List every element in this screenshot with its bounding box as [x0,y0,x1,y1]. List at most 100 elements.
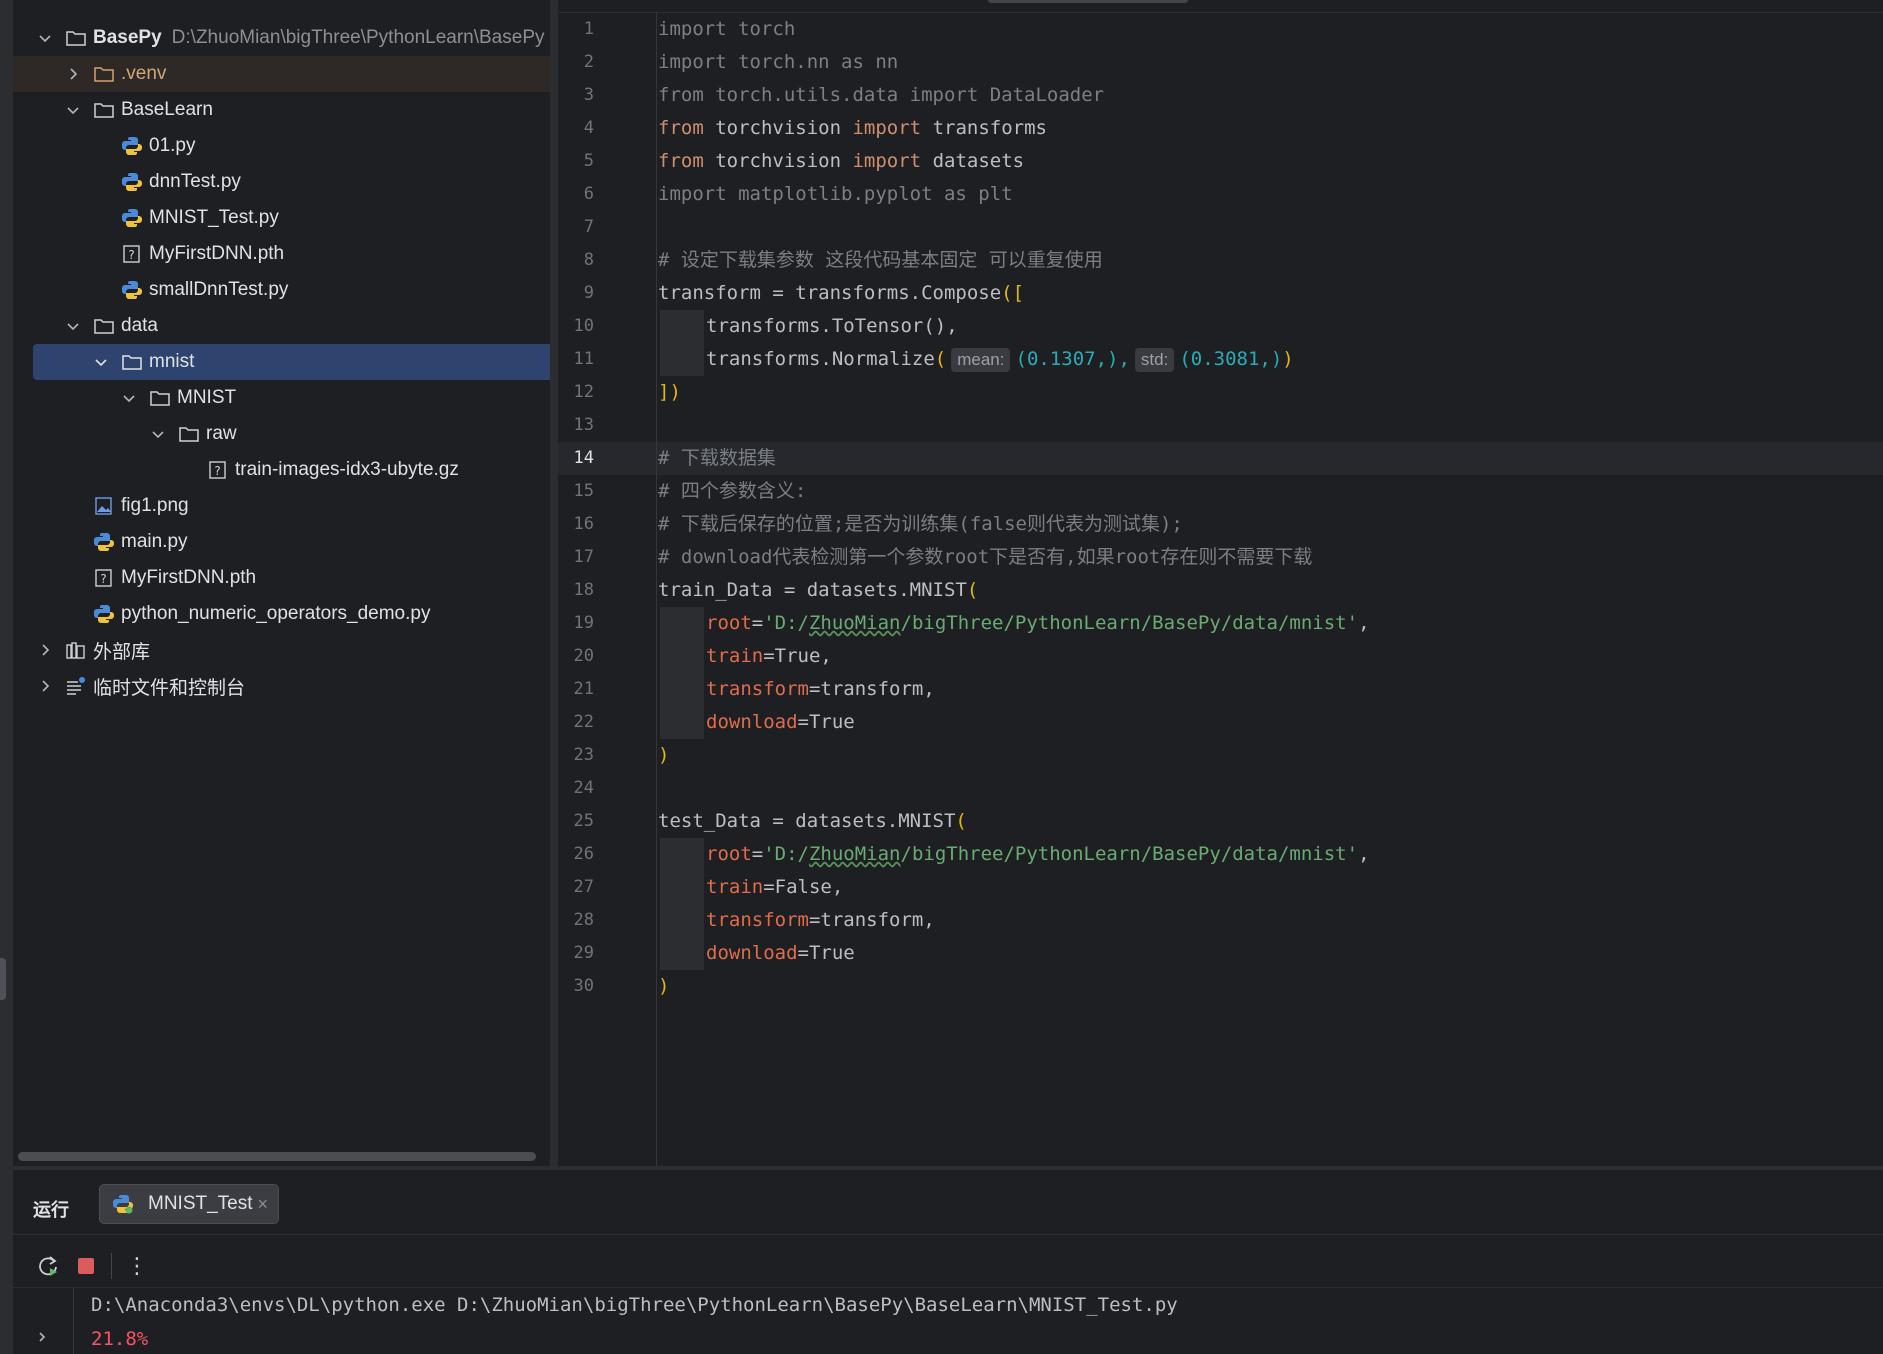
chevron-right-icon[interactable] [37,678,53,694]
stop-button[interactable] [71,1251,101,1281]
line-number[interactable]: 21 [558,673,594,706]
code-line-4[interactable]: from torchvision import transforms [658,112,1047,145]
line-number[interactable]: 7 [558,211,594,244]
line-number[interactable]: 29 [558,937,594,970]
code-line-19[interactable]: root='D:/ZhuoMian/bigThree/PythonLearn/B… [706,607,1370,640]
tree-item-external-libraries[interactable]: 外部库 [13,632,550,668]
line-number[interactable]: 19 [558,607,594,640]
tree-item-data[interactable]: data [13,308,550,344]
tree-item-numeric-demo-py[interactable]: python_numeric_operators_demo.py [13,596,550,632]
line-number[interactable]: 11 [558,343,594,376]
code-line-28[interactable]: transform=transform, [706,904,935,937]
tree-item-fig1-png[interactable]: fig1.png [13,488,550,524]
run-tab-mnist-test[interactable]: MNIST_Test × [99,1184,279,1224]
line-number[interactable]: 24 [558,772,594,805]
line-number[interactable]: 17 [558,541,594,574]
code-line-27[interactable]: train=False, [706,871,843,904]
tree-item-smalldnntest-py[interactable]: smallDnnTest.py [13,272,550,308]
tree-item-raw[interactable]: raw [13,416,550,452]
code-line-18[interactable]: train_Data = datasets.MNIST( [658,574,978,607]
code-line-6[interactable]: import matplotlib.pyplot as plt [658,178,1013,211]
line-number[interactable]: 28 [558,904,594,937]
code-line-30[interactable]: ) [658,970,669,1003]
close-icon[interactable]: × [257,1195,268,1213]
code-line-22[interactable]: download=True [706,706,855,739]
code-line-5[interactable]: from torchvision import datasets [658,145,1024,178]
chevron-down-icon[interactable] [150,426,166,442]
bracket-token: ( [1015,348,1027,370]
line-number[interactable]: 23 [558,739,594,772]
line-number[interactable]: 27 [558,871,594,904]
code-editor[interactable]: 1 2 3 4 5 6 7 8 9 10 11 12 13 14 15 16 1… [558,0,1883,1166]
code-line-3[interactable]: from torch.utils.data import DataLoader [658,79,1104,112]
code-line-21[interactable]: transform=transform, [706,673,935,706]
line-number-active[interactable]: 14 [558,442,594,475]
line-number[interactable]: 6 [558,178,594,211]
tree-item-myfirstdnn-pth-root[interactable]: ? MyFirstDNN.pth [13,560,550,596]
tool-strip-handle[interactable] [0,958,6,1000]
line-number[interactable]: 22 [558,706,594,739]
chevron-down-icon[interactable] [93,354,109,370]
indent-guide [660,607,704,640]
line-number[interactable]: 10 [558,310,594,343]
code-line-16[interactable]: # 下载后保存的位置;是否为训练集(false则代表为测试集); [658,508,1183,541]
line-number[interactable]: 2 [558,46,594,79]
code-line-20[interactable]: train=True, [706,640,832,673]
tree-item-scratches[interactable]: 临时文件和控制台 [13,668,550,704]
more-options-button[interactable]: ⋮ [122,1251,152,1281]
console-progress-line[interactable]: 21.8% [91,1328,148,1350]
tree-item-dnntest-py[interactable]: dnnTest.py [13,164,550,200]
line-number[interactable]: 12 [558,376,594,409]
chevron-right-icon[interactable] [37,642,53,658]
code-line-2[interactable]: import torch.nn as nn [658,46,898,79]
line-number[interactable]: 30 [558,970,594,1003]
line-number[interactable]: 25 [558,805,594,838]
line-number[interactable]: 5 [558,145,594,178]
line-number[interactable]: 1 [558,13,594,46]
tree-item-mnist-upper[interactable]: MNIST [13,380,550,416]
tree-item-myfirstdnn-pth[interactable]: ? MyFirstDNN.pth [13,236,550,272]
python-file-icon [121,136,143,156]
line-number[interactable]: 20 [558,640,594,673]
line-number[interactable]: 18 [558,574,594,607]
line-number[interactable]: 9 [558,277,594,310]
line-number[interactable]: 3 [558,79,594,112]
line-number[interactable]: 8 [558,244,594,277]
horizontal-scrollbar[interactable] [18,1152,536,1161]
chevron-down-icon[interactable] [37,30,53,46]
code-line-26[interactable]: root='D:/ZhuoMian/bigThree/PythonLearn/B… [706,838,1370,871]
code-line-15[interactable]: # 四个参数含义: [658,475,806,508]
panel-splitter[interactable] [550,0,558,1170]
chevron-right-icon[interactable] [65,66,81,82]
tree-item-main-py[interactable]: main.py [13,524,550,560]
code-line-9[interactable]: transform = transforms.Compose([ [658,277,1024,310]
rerun-button[interactable] [33,1251,63,1281]
chevron-right-icon[interactable] [35,1330,49,1349]
tree-item-baselearn[interactable]: BaseLearn [13,92,550,128]
chevron-down-icon[interactable] [65,102,81,118]
line-number[interactable]: 16 [558,508,594,541]
tree-item-mnist-selected[interactable]: mnist [33,344,550,380]
code-line-17[interactable]: # download代表检测第一个参数root下是否有,如果root存在则不需要… [658,541,1312,574]
chevron-down-icon[interactable] [121,390,137,406]
code-line-29[interactable]: download=True [706,937,855,970]
code-line-8[interactable]: # 设定下载集参数 这段代码基本固定 可以重复使用 [658,244,1103,277]
code-line-10[interactable]: transforms.ToTensor(), [706,310,958,343]
code-line-1[interactable]: import torch [658,13,795,46]
code-line-23[interactable]: ) [658,739,669,772]
line-number[interactable]: 4 [558,112,594,145]
code-line-11[interactable]: transforms.Normalize(mean: (0.1307,), std:… [706,343,1294,376]
code-line-12[interactable]: ]) [658,376,681,409]
console-command-line[interactable]: D:\Anaconda3\envs\DL\python.exe D:\ZhuoM… [91,1294,1178,1316]
tree-item-mnist-test-py[interactable]: MNIST_Test.py [13,200,550,236]
line-number[interactable]: 26 [558,838,594,871]
code-line-25[interactable]: test_Data = datasets.MNIST( [658,805,967,838]
line-number[interactable]: 15 [558,475,594,508]
tree-root-baspy[interactable]: BasePy D:\ZhuoMian\bigThree\PythonLearn\… [13,20,550,56]
tree-item-venv[interactable]: .venv [13,56,550,92]
tree-item-01-py[interactable]: 01.py [13,128,550,164]
line-number[interactable]: 13 [558,409,594,442]
chevron-down-icon[interactable] [65,318,81,334]
tree-item-train-images[interactable]: ? train-images-idx3-ubyte.gz [13,452,550,488]
code-line-14[interactable]: # 下载数据集 [658,442,776,475]
